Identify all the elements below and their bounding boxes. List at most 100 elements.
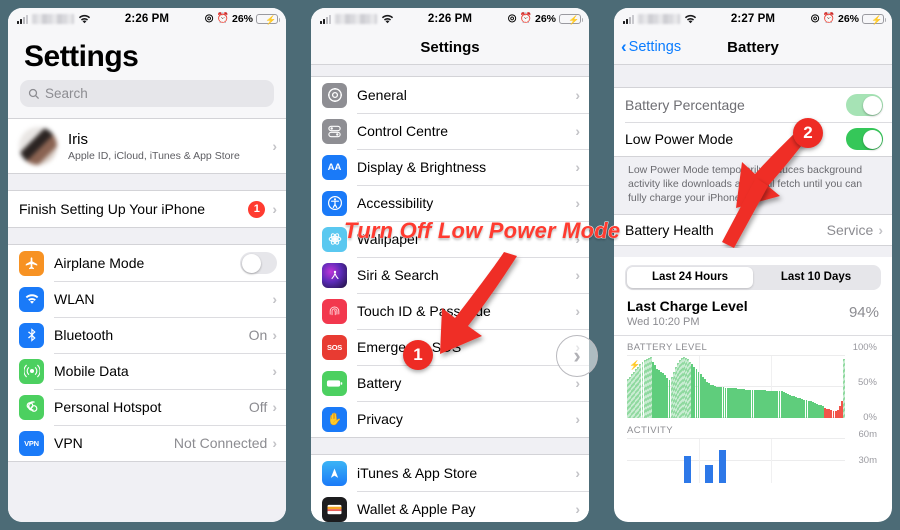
segment-last-10-days[interactable]: Last 10 Days [753, 267, 879, 288]
back-label: Settings [628, 39, 682, 55]
row-bluetooth[interactable]: Bluetooth On › [8, 317, 286, 353]
search-input[interactable]: Search [20, 80, 274, 107]
y-tick-label: 0% [863, 411, 877, 423]
chevron-right-icon: › [575, 501, 580, 517]
display-brightness-icon: AA [322, 154, 347, 180]
row-label: General [357, 87, 407, 103]
battery-health-group: Battery Health Service › [614, 214, 892, 246]
back-button[interactable]: ‹ Settings [621, 37, 682, 56]
avatar [19, 127, 57, 165]
row-wlan[interactable]: WLAN › [8, 281, 286, 317]
airplane-mode-toggle[interactable] [240, 252, 277, 274]
battery-icon: ⚡ [256, 13, 280, 25]
nav-title: Battery [727, 38, 779, 56]
activity-plot [627, 438, 845, 483]
last-charge-subtitle: Wed 10:20 PM [627, 315, 700, 328]
battery-icon-low-power: ⚡ [862, 13, 886, 25]
row-battery-percentage[interactable]: Battery Percentage [614, 88, 892, 122]
sidebar-item-siri-search[interactable]: Siri & Search › [311, 257, 589, 293]
row-vpn[interactable]: VPN VPN Not Connected › [8, 425, 286, 461]
status-badge: 1 [248, 200, 266, 218]
touch-id-icon [322, 298, 347, 324]
sidebar-item-touch-id-passcode[interactable]: Touch ID & Passcode › [311, 293, 589, 329]
charging-bolt-icon: ⚡ [629, 359, 641, 370]
row-label: Battery Health [625, 221, 714, 238]
alarm-icon: ⏰ [822, 13, 835, 24]
row-label: Battery [357, 375, 402, 391]
battery-percentage-toggle[interactable] [846, 94, 883, 116]
list-gap [614, 245, 892, 257]
sidebar-item-itunes-app-store[interactable]: iTunes & App Store › [311, 455, 589, 491]
chevron-right-icon: › [878, 221, 883, 238]
y-tick-label: 60m [858, 428, 877, 440]
chevron-right-icon: › [272, 399, 277, 415]
low-power-mode-toggle[interactable] [846, 128, 883, 150]
y-tick-label: 100% [852, 341, 877, 353]
wallet-icon [322, 496, 347, 522]
row-value: Not Connected [173, 435, 268, 451]
activity-bar [683, 456, 692, 483]
sidebar-item-accessibility[interactable]: Accessibility › [311, 185, 589, 221]
status-bar: 2:26 PM ◎ ⏰ 26% ⚡ [311, 8, 589, 30]
control-centre-icon [322, 118, 347, 144]
sidebar-item-display-brightness[interactable]: AA Display & Brightness › [311, 149, 589, 185]
row-label: Battery Percentage [625, 97, 745, 113]
chevron-right-icon: › [575, 411, 580, 427]
bluetooth-icon [19, 322, 44, 348]
row-label: Accessibility [357, 195, 434, 211]
hotspot-icon [19, 394, 44, 420]
row-label: Emergency SOS [357, 339, 462, 355]
sidebar-item-wallet-apple-pay[interactable]: Wallet & Apple Pay › [311, 491, 589, 522]
row-airplane-mode[interactable]: Airplane Mode [8, 245, 286, 281]
activity-chart: 60m 30m [627, 429, 879, 483]
segment-last-24-hours[interactable]: Last 24 Hours [627, 266, 753, 288]
sidebar-item-privacy[interactable]: ✋ Privacy › [311, 401, 589, 437]
row-battery-health[interactable]: Battery Health Service › [614, 214, 892, 245]
screenshot-stage: 2:26 PM ◎ ⏰ 26% ⚡ Settings Search Iris A… [0, 0, 900, 530]
sidebar-item-emergency-sos[interactable]: SOS Emergency SOS › [311, 329, 589, 365]
row-low-power-mode[interactable]: Low Power Mode [614, 122, 892, 156]
row-value: On [248, 327, 268, 343]
row-label: Control Centre [357, 123, 449, 139]
row-personal-hotspot[interactable]: Personal Hotspot Off › [8, 389, 286, 425]
wallpaper-icon [322, 226, 347, 252]
sidebar-item-battery[interactable]: Battery › [311, 365, 589, 401]
chevron-right-icon: › [272, 435, 277, 451]
battery-toggles-group: Battery Percentage Low Power Mode [614, 87, 892, 157]
app-store-icon [322, 460, 347, 486]
apple-account-row[interactable]: Iris Apple ID, iCloud, iTunes & App Stor… [8, 119, 286, 173]
location-icon: ◎ [507, 13, 517, 24]
nav-bar: Settings [311, 30, 589, 65]
row-label: Low Power Mode [625, 131, 734, 147]
row-label: Siri & Search [357, 267, 439, 283]
accessibility-icon [322, 190, 347, 216]
row-label: Display & Brightness [357, 159, 487, 175]
list-gap [311, 65, 589, 76]
battery-percent-label: 26% [534, 13, 556, 25]
sidebar-item-wallpaper[interactable]: Wallpaper › [311, 221, 589, 257]
activity-bar [718, 449, 726, 483]
alarm-icon: ⏰ [519, 13, 532, 24]
row-mobile-data[interactable]: Mobile Data › [8, 353, 286, 389]
row-label: Touch ID & Passcode [357, 303, 491, 319]
chevron-right-icon: › [272, 138, 277, 154]
siri-icon [322, 262, 347, 288]
phone-panel-settings-list: 2:26 PM ◎ ⏰ 26% ⚡ Settings General › Con… [311, 8, 589, 522]
sidebar-item-general[interactable]: General › [311, 77, 589, 113]
nav-title: Settings [420, 38, 480, 56]
nav-bar: ‹ Settings Battery [614, 30, 892, 65]
battery-level-y-axis: 100% 50% 0% [845, 342, 879, 423]
activity-chart-title: ACTIVITY [627, 424, 673, 436]
chevron-right-icon: › [575, 267, 580, 283]
finish-setup-group: Finish Setting Up Your iPhone 1 › [8, 190, 286, 228]
chevron-left-icon: ‹ [621, 37, 627, 56]
gear-icon [322, 82, 347, 108]
battery-percent-label: 26% [837, 13, 859, 25]
row-finish-setup[interactable]: Finish Setting Up Your iPhone 1 › [8, 191, 286, 227]
account-subtitle: Apple ID, iCloud, iTunes & App Store [68, 149, 240, 162]
settings-group-1: General › Control Centre › AA Display & … [311, 76, 589, 438]
alarm-icon: ⏰ [216, 13, 229, 24]
sidebar-item-control-centre[interactable]: Control Centre › [311, 113, 589, 149]
chevron-right-icon: › [575, 465, 580, 481]
chevron-right-icon: › [575, 231, 580, 247]
